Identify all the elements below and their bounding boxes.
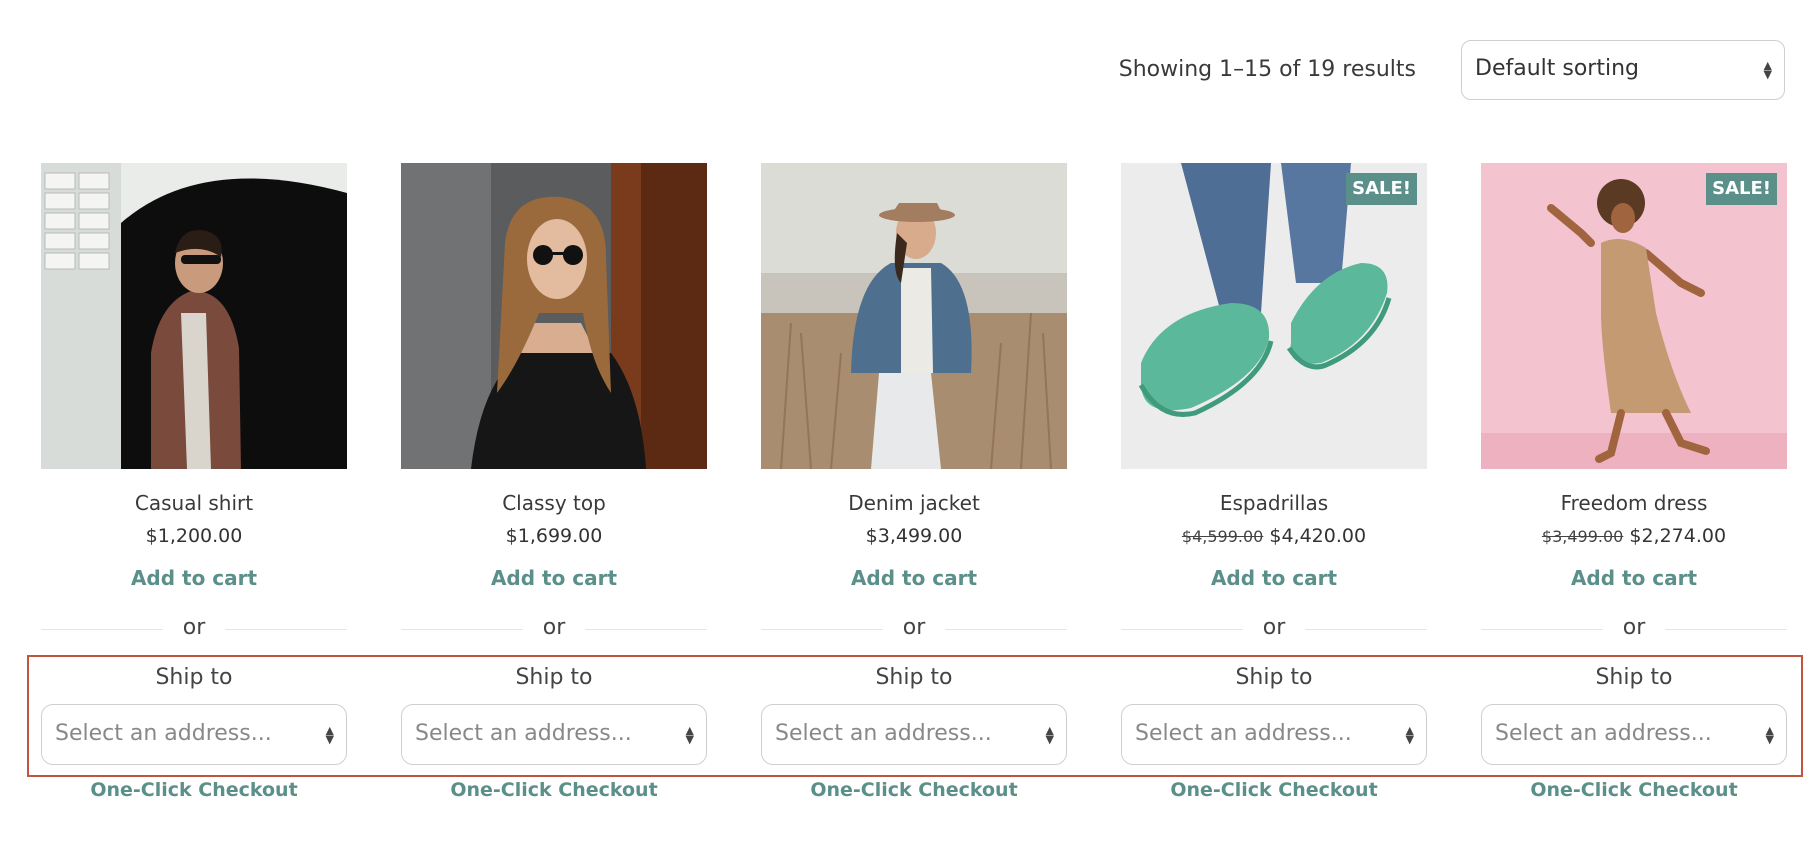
result-count: Showing 1–15 of 19 results: [1118, 57, 1416, 82]
product-image-freedom-dress[interactable]: SALE!: [1481, 163, 1787, 469]
add-to-cart-button[interactable]: Add to cart: [41, 566, 347, 590]
current-price: $3,499.00: [865, 525, 963, 547]
or-text: or: [1622, 615, 1646, 640]
select-arrows-icon: ▲ ▼: [1405, 723, 1414, 746]
product-price: $1,200.00: [41, 525, 347, 547]
product-card: Classy top $1,699.00 Add to cart or Ship…: [401, 163, 707, 823]
shop-toolbar: Showing 1–15 of 19 results Default sorti…: [0, 40, 1816, 102]
one-click-checkout-button[interactable]: One-Click Checkout: [401, 779, 707, 801]
select-arrows-icon: ▲ ▼: [1045, 723, 1054, 746]
product-title[interactable]: Classy top: [401, 491, 707, 515]
add-to-cart-button[interactable]: Add to cart: [401, 566, 707, 590]
or-text: or: [1262, 615, 1286, 640]
ship-to-label: Ship to: [515, 665, 593, 690]
old-price: $4,599.00: [1181, 527, 1264, 546]
product-image-casual-shirt[interactable]: [41, 163, 347, 469]
current-price: $2,274.00: [1629, 525, 1727, 547]
add-to-cart-button[interactable]: Add to cart: [1481, 566, 1787, 590]
product-price: $1,699.00: [401, 525, 707, 547]
product-price: $3,499.00: [761, 525, 1067, 547]
one-click-checkout-button[interactable]: One-Click Checkout: [1121, 779, 1427, 801]
or-divider: or: [1481, 615, 1787, 645]
select-arrows-icon: ▲ ▼: [685, 723, 694, 746]
ship-to-label: Ship to: [1595, 665, 1673, 690]
or-divider: or: [401, 615, 707, 645]
divider-line: [945, 629, 1067, 630]
sorting-selected-value: Default sorting: [1475, 56, 1639, 81]
address-placeholder: Select an address...: [775, 721, 992, 746]
product-title[interactable]: Denim jacket: [761, 491, 1067, 515]
address-placeholder: Select an address...: [55, 721, 272, 746]
current-price: $1,699.00: [505, 525, 603, 547]
product-card: Casual shirt $1,200.00 Add to cart or Sh…: [41, 163, 347, 823]
select-arrows-icon: ▲ ▼: [1765, 723, 1774, 746]
product-card: Denim jacket $3,499.00 Add to cart or Sh…: [761, 163, 1067, 823]
ship-to-label: Ship to: [875, 665, 953, 690]
or-text: or: [542, 615, 566, 640]
product-image-classy-top[interactable]: [401, 163, 707, 469]
product-title[interactable]: Casual shirt: [41, 491, 347, 515]
address-placeholder: Select an address...: [1135, 721, 1352, 746]
one-click-checkout-button[interactable]: One-Click Checkout: [761, 779, 1067, 801]
sorting-select[interactable]: Default sorting ▲ ▼: [1461, 40, 1785, 100]
product-card: SALE! Freedom dress $3,499.00 $2,274.00 A…: [1481, 163, 1787, 823]
sale-badge: SALE!: [1706, 173, 1777, 205]
or-divider: or: [41, 615, 347, 645]
product-card: SALE! Espadrillas $4,599.00 $4,420.00 Add…: [1121, 163, 1427, 823]
address-select[interactable]: Select an address... ▲ ▼: [761, 704, 1067, 765]
current-price: $4,420.00: [1269, 525, 1367, 547]
or-text: or: [182, 615, 206, 640]
divider-line: [585, 629, 707, 630]
ship-to-label: Ship to: [155, 665, 233, 690]
select-arrows-icon: ▲ ▼: [1763, 59, 1772, 81]
or-text: or: [902, 615, 926, 640]
old-price: $3,499.00: [1541, 527, 1624, 546]
add-to-cart-button[interactable]: Add to cart: [1121, 566, 1427, 590]
address-placeholder: Select an address...: [1495, 721, 1712, 746]
address-select[interactable]: Select an address... ▲ ▼: [1121, 704, 1427, 765]
address-select[interactable]: Select an address... ▲ ▼: [41, 704, 347, 765]
product-title[interactable]: Freedom dress: [1481, 491, 1787, 515]
divider-line: [225, 629, 347, 630]
address-select[interactable]: Select an address... ▲ ▼: [1481, 704, 1787, 765]
product-image-denim-jacket[interactable]: [761, 163, 1067, 469]
address-select[interactable]: Select an address... ▲ ▼: [401, 704, 707, 765]
product-price: $4,599.00 $4,420.00: [1121, 525, 1427, 547]
product-price: $3,499.00 $2,274.00: [1481, 525, 1787, 547]
address-placeholder: Select an address...: [415, 721, 632, 746]
sale-badge: SALE!: [1346, 173, 1417, 205]
divider-line: [1305, 629, 1427, 630]
current-price: $1,200.00: [145, 525, 243, 547]
product-title[interactable]: Espadrillas: [1121, 491, 1427, 515]
ship-to-label: Ship to: [1235, 665, 1313, 690]
or-divider: or: [761, 615, 1067, 645]
divider-line: [1665, 629, 1787, 630]
one-click-checkout-button[interactable]: One-Click Checkout: [1481, 779, 1787, 801]
one-click-checkout-button[interactable]: One-Click Checkout: [41, 779, 347, 801]
add-to-cart-button[interactable]: Add to cart: [761, 566, 1067, 590]
select-arrows-icon: ▲ ▼: [325, 723, 334, 746]
product-image-espadrillas[interactable]: SALE!: [1121, 163, 1427, 469]
or-divider: or: [1121, 615, 1427, 645]
